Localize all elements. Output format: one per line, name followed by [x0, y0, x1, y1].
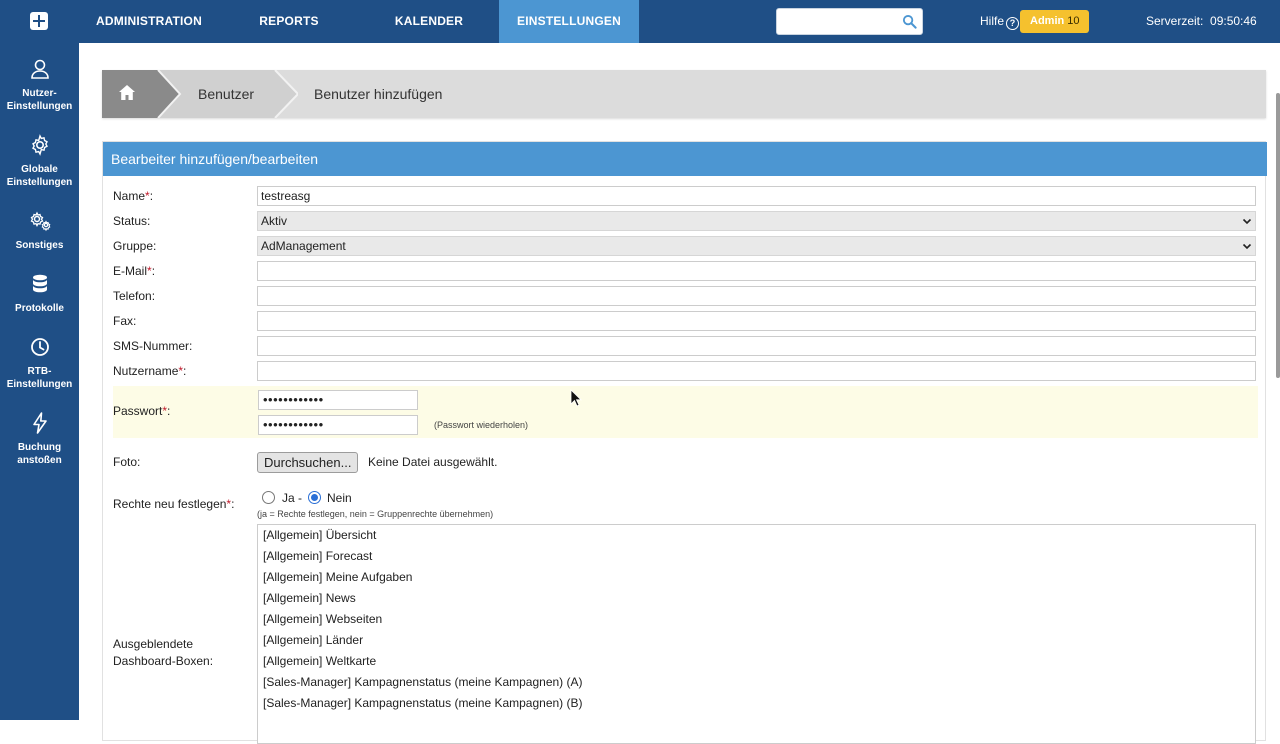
sms-field[interactable] [257, 336, 1256, 356]
list-item[interactable]: [Allgemein] Übersicht [258, 525, 1255, 546]
password-repeat-hint: (Passwort wiederholen) [434, 420, 529, 430]
nav-kalender[interactable]: KALENDER [359, 0, 499, 43]
page-scrollbar[interactable] [1276, 93, 1280, 378]
user-form-panel: Bearbeiter hinzufügen/bearbeiten Name*: … [102, 141, 1267, 744]
chevron-down-icon [1242, 218, 1252, 225]
database-icon [32, 274, 47, 293]
list-item[interactable]: [Sales-Manager] Kampagnenstatus (meine K… [258, 693, 1255, 714]
telefon-label: Telefon: [113, 289, 156, 303]
browse-button[interactable]: Durchsuchen... [257, 452, 359, 473]
rechte-hint: (ja = Rechte festlegen, nein = Gruppenre… [257, 509, 494, 519]
clock-icon [30, 338, 49, 356]
telefon-field[interactable] [257, 286, 1256, 306]
sidebar: Nutzer- Einstellungen Globale Einstellun… [0, 43, 79, 720]
nutzername-field[interactable] [257, 361, 1256, 381]
password-field[interactable]: •••••••••••• [258, 390, 418, 410]
breadcrumb-item-current: Benutzer hinzufügen [314, 86, 443, 102]
status-label: Status: [113, 214, 151, 228]
sms-label: SMS-Nummer: [113, 339, 193, 353]
mouse-cursor-icon [570, 389, 582, 407]
email-field[interactable] [257, 261, 1256, 281]
top-navigation-bar: ADMINISTRATION REPORTS KALENDER EINSTELL… [0, 0, 1280, 43]
gruppe-select[interactable]: AdManagement [257, 236, 1256, 256]
sidebar-item-sonstiges[interactable]: Sonstiges [0, 209, 79, 252]
search-box [776, 8, 923, 35]
sidebar-label: Sonstiges [15, 240, 64, 251]
rechte-label: Rechte neu festlegen*: [113, 497, 235, 511]
breadcrumb-item-benutzer[interactable]: Benutzer [198, 86, 254, 102]
sidebar-label: RTB- Einstellungen [6, 366, 73, 390]
gear-icon [31, 134, 48, 156]
sidebar-label: Protokolle [15, 303, 64, 314]
search-input[interactable] [781, 12, 901, 31]
breadcrumb-home[interactable] [102, 70, 158, 118]
question-icon: ? [1006, 17, 1020, 30]
nav-administration[interactable]: ADMINISTRATION [79, 0, 219, 43]
chevron-down-icon [1242, 243, 1252, 250]
gears-icon [30, 211, 50, 232]
breadcrumb-separator [156, 70, 182, 118]
home-icon [119, 85, 135, 100]
foto-label: Foto: [113, 455, 141, 469]
panel-title: Bearbeiter hinzufügen/bearbeiten [103, 142, 1267, 176]
admin-badge[interactable]: Admin 10 [1020, 10, 1090, 33]
list-item[interactable]: [Sales-Manager] Kampagnenstatus (meine K… [258, 672, 1255, 693]
passwort-label: Passwort*: [113, 404, 171, 418]
status-select[interactable]: Aktiv [257, 211, 1256, 231]
user-icon [30, 59, 49, 79]
gruppe-value: AdManagement [261, 239, 346, 253]
nav-einstellungen[interactable]: EINSTELLUNGEN [499, 0, 639, 43]
nav-reports[interactable]: REPORTS [219, 0, 359, 43]
password-row: Passwort*: •••••••••••• •••••••••••• (Pa… [113, 386, 1258, 438]
list-item[interactable]: [Allgemein] Länder [258, 630, 1255, 651]
rechte-ja-radio[interactable] [262, 491, 275, 504]
fax-field[interactable] [257, 311, 1256, 331]
status-value: Aktiv [261, 214, 288, 228]
file-status: Keine Datei ausgewählt. [368, 455, 498, 469]
list-item[interactable]: [Allgemein] Webseiten [258, 609, 1255, 630]
help-label: Hilfe [980, 14, 1005, 28]
list-item[interactable]: [Allgemein] News [258, 588, 1255, 609]
sidebar-item-globale-einstellungen[interactable]: Globale Einstellungen [0, 133, 79, 189]
help-link[interactable]: Hilfe? [980, 14, 1020, 30]
name-label: Name*: [113, 189, 154, 203]
nutzername-label: Nutzername*: [113, 364, 187, 378]
admin-count: 10 [1067, 15, 1080, 27]
sidebar-item-buchung-anstossen[interactable]: Buchung anstoßen [0, 411, 79, 467]
dashboard-boxes-list[interactable]: [Allgemein] Übersicht [Allgemein] Foreca… [257, 524, 1256, 744]
sidebar-label: Globale Einstellungen [6, 164, 73, 188]
rechte-nein-label: Nein [327, 491, 352, 505]
rechte-ja-label: Ja - [282, 491, 303, 505]
sidebar-item-nutzer-einstellungen[interactable]: Nutzer- Einstellungen [0, 57, 79, 113]
password-repeat-field[interactable]: •••••••••••• [258, 415, 418, 435]
list-item[interactable]: [Allgemein] Meine Aufgaben [258, 567, 1255, 588]
sidebar-item-protokolle[interactable]: Protokolle [0, 272, 79, 315]
search-icon[interactable] [902, 14, 917, 29]
breadcrumb: Benutzer Benutzer hinzufügen [102, 70, 1266, 118]
email-label: E-Mail*: [113, 264, 156, 278]
admin-label: Admin [1030, 15, 1065, 27]
gruppe-label: Gruppe: [113, 239, 157, 253]
rechte-nein-radio[interactable] [308, 491, 321, 504]
fax-label: Fax: [113, 314, 137, 328]
bolt-icon [32, 412, 47, 434]
name-field[interactable] [257, 186, 1256, 206]
plus-logo-icon[interactable] [30, 12, 48, 30]
list-item[interactable]: [Allgemein] Forecast [258, 546, 1255, 567]
list-item[interactable]: [Allgemein] Weltkarte [258, 651, 1255, 672]
dashboard-label: Ausgeblendete Dashboard-Boxen: [113, 637, 214, 668]
server-time: Serverzeit: 09:50:46 [1146, 14, 1257, 28]
sidebar-label: Buchung anstoßen [17, 442, 62, 466]
main-content: Benutzer Benutzer hinzufügen Bearbeiter … [79, 43, 1280, 744]
sidebar-label: Nutzer- Einstellungen [6, 88, 73, 112]
breadcrumb-separator [272, 70, 298, 118]
sidebar-item-rtb-einstellungen[interactable]: RTB- Einstellungen [0, 335, 79, 391]
